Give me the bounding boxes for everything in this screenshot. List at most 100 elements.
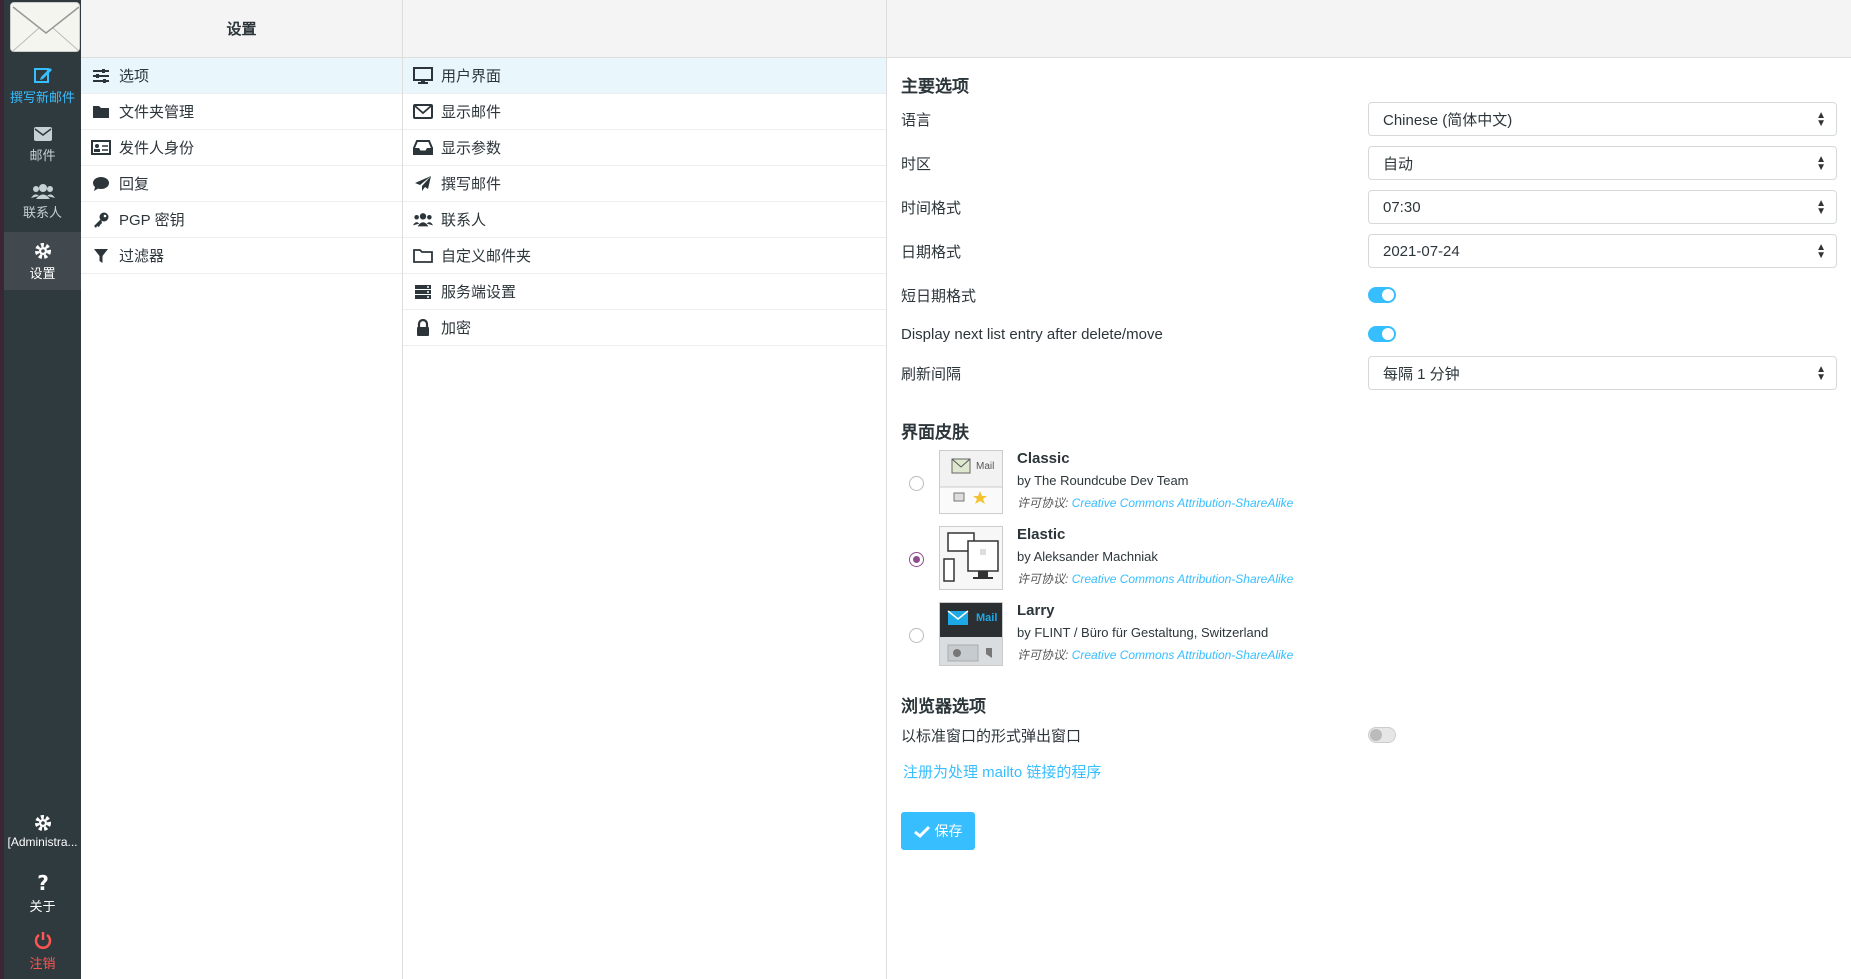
license-link[interactable]: Creative Commons Attribution-ShareAlike — [1072, 572, 1294, 586]
monitor-icon — [413, 67, 433, 85]
mail-button[interactable]: 邮件 — [4, 126, 81, 170]
skin-radio-elastic[interactable] — [909, 552, 924, 567]
section-server-settings[interactable]: 服务端设置 — [403, 274, 886, 310]
section-compose[interactable]: 撰写邮件 — [403, 166, 886, 202]
settings-title: 设置 — [226, 21, 257, 38]
license-link[interactable]: Creative Commons Attribution-ShareAlike — [1072, 648, 1294, 662]
larry-thumb-label: Mail — [976, 612, 998, 624]
section-label: 撰写邮件 — [441, 176, 502, 193]
date-format-label: 日期格式 — [901, 243, 962, 261]
skin-radio-larry[interactable] — [909, 628, 924, 643]
settings-header: 设置 — [81, 0, 402, 58]
gear-icon — [34, 243, 51, 259]
section-label: 用户界面 — [441, 68, 502, 85]
license-prefix: 许可协议: — [1017, 648, 1069, 662]
preferences-form: 主要选项 语言 Chinese (简体中文) ▲ ▼ 时区 自动 ▲ ▼ 时间格式 … — [887, 0, 1851, 979]
inbox-icon — [413, 139, 433, 157]
preferences-sections: 用户界面 显示邮件 显示参数 撰写邮件 联系人 自定义邮件夹 服务端设置 加密 — [403, 0, 887, 979]
language-row: 语言 Chinese (简体中文) ▲ ▼ — [901, 102, 1837, 136]
about-button[interactable]: ? 关于 — [4, 873, 81, 917]
settings-item-responses[interactable]: 回复 — [81, 166, 402, 202]
folder-outline-icon — [413, 247, 433, 265]
mail-label: 邮件 — [29, 148, 56, 163]
settings-button[interactable]: 设置 — [4, 232, 81, 290]
refresh-row: 刷新间隔 每隔 1 分钟 ▲ ▼ — [901, 356, 1837, 390]
language-select[interactable]: Chinese (简体中文) ▲ ▼ — [1368, 102, 1837, 136]
select-arrows-icon: ▲ ▼ — [1816, 110, 1826, 129]
next-entry-toggle[interactable] — [1368, 326, 1396, 342]
settings-item-label: PGP 密钥 — [119, 212, 185, 229]
skin-option-elastic: Elastic by Aleksander Machniak 许可协议: Cre… — [901, 526, 1837, 592]
next-entry-label: Display next list entry after delete/mov… — [901, 325, 1163, 343]
settings-item-label: 文件夹管理 — [119, 104, 195, 121]
elastic-thumbnail — [939, 526, 1003, 590]
id-card-icon — [91, 139, 111, 157]
larry-thumbnail: Mail — [939, 602, 1003, 666]
save-label: 保存 — [934, 823, 963, 839]
edit-icon — [33, 68, 52, 83]
settings-item-label: 发件人身份 — [119, 140, 195, 157]
refresh-value: 每隔 1 分钟 — [1383, 365, 1460, 383]
section-addressbook[interactable]: 联系人 — [403, 202, 886, 238]
server-icon — [413, 283, 433, 301]
refresh-label: 刷新间隔 — [901, 365, 962, 383]
time-format-select[interactable]: 07:30 ▲ ▼ — [1368, 190, 1837, 224]
refresh-select[interactable]: 每隔 1 分钟 ▲ ▼ — [1368, 356, 1837, 390]
section-label: 服务端设置 — [441, 284, 517, 301]
envelope-icon — [33, 127, 52, 141]
admin-label: [Administra... — [7, 835, 78, 849]
logout-button[interactable]: 注销 — [4, 930, 81, 974]
next-entry-row: Display next list entry after delete/mov… — [901, 317, 1837, 351]
section-label: 联系人 — [441, 212, 487, 229]
skin-radio-classic[interactable] — [909, 476, 924, 491]
settings-label: 设置 — [29, 266, 56, 281]
license-prefix: 许可协议: — [1017, 572, 1069, 586]
skin-author: by Aleksander Machniak — [1017, 549, 1158, 564]
skin-name: Classic — [1017, 450, 1070, 467]
settings-item-filters[interactable]: 过滤器 — [81, 238, 402, 274]
settings-list: 设置 选项 文件夹管理 发件人身份 回复 PGP 密钥 过滤器 — [81, 0, 403, 979]
section-label: 显示参数 — [441, 140, 502, 157]
mailto-handler-link[interactable]: 注册为处理 mailto 链接的程序 — [903, 761, 1101, 782]
skin-name: Larry — [1017, 602, 1055, 619]
section-mailbox-view[interactable]: 显示邮件 — [403, 94, 886, 130]
users-icon — [413, 211, 433, 229]
language-label: 语言 — [901, 111, 932, 129]
envelope-outline-icon — [413, 103, 433, 121]
contacts-button[interactable]: 联系人 — [4, 183, 81, 227]
save-button[interactable]: 保存 — [901, 812, 975, 850]
date-format-select[interactable]: 2021-07-24 ▲ ▼ — [1368, 234, 1837, 268]
svg-text:?: ? — [37, 873, 49, 893]
skin-title: 界面皮肤 — [901, 423, 969, 442]
form-header — [887, 0, 1851, 58]
classic-thumbnail: Mail — [939, 450, 1003, 514]
envelope-logo[interactable] — [10, 2, 80, 52]
skin-author: by The Roundcube Dev Team — [1017, 473, 1189, 488]
skin-name: Elastic — [1017, 526, 1066, 543]
license-link[interactable]: Creative Commons Attribution-ShareAlike — [1072, 496, 1294, 510]
time-format-row: 时间格式 07:30 ▲ ▼ — [901, 190, 1837, 224]
license-prefix: 许可协议: — [1017, 496, 1069, 510]
settings-item-pgp[interactable]: PGP 密钥 — [81, 202, 402, 238]
admin-button[interactable]: [Administra... — [4, 814, 81, 858]
popup-toggle[interactable] — [1368, 727, 1396, 743]
question-icon: ? — [37, 873, 49, 893]
settings-item-identities[interactable]: 发件人身份 — [81, 130, 402, 166]
section-display-messages[interactable]: 显示参数 — [403, 130, 886, 166]
power-icon — [34, 932, 51, 949]
section-user-interface[interactable]: 用户界面 — [403, 58, 886, 94]
section-encryption[interactable]: 加密 — [403, 310, 886, 346]
main-options-title: 主要选项 — [901, 77, 969, 96]
key-icon — [91, 211, 111, 229]
timezone-select[interactable]: 自动 ▲ ▼ — [1368, 146, 1837, 180]
about-label: 关于 — [29, 899, 56, 914]
compose-button[interactable]: 撰写新邮件 — [4, 66, 81, 110]
section-special-folders[interactable]: 自定义邮件夹 — [403, 238, 886, 274]
folder-icon — [91, 103, 111, 121]
settings-item-preferences[interactable]: 选项 — [81, 58, 402, 94]
settings-item-folders[interactable]: 文件夹管理 — [81, 94, 402, 130]
timezone-value: 自动 — [1383, 155, 1414, 173]
logout-label: 注销 — [29, 956, 56, 971]
short-date-toggle[interactable] — [1368, 287, 1396, 303]
short-date-row: 短日期格式 — [901, 278, 1837, 312]
